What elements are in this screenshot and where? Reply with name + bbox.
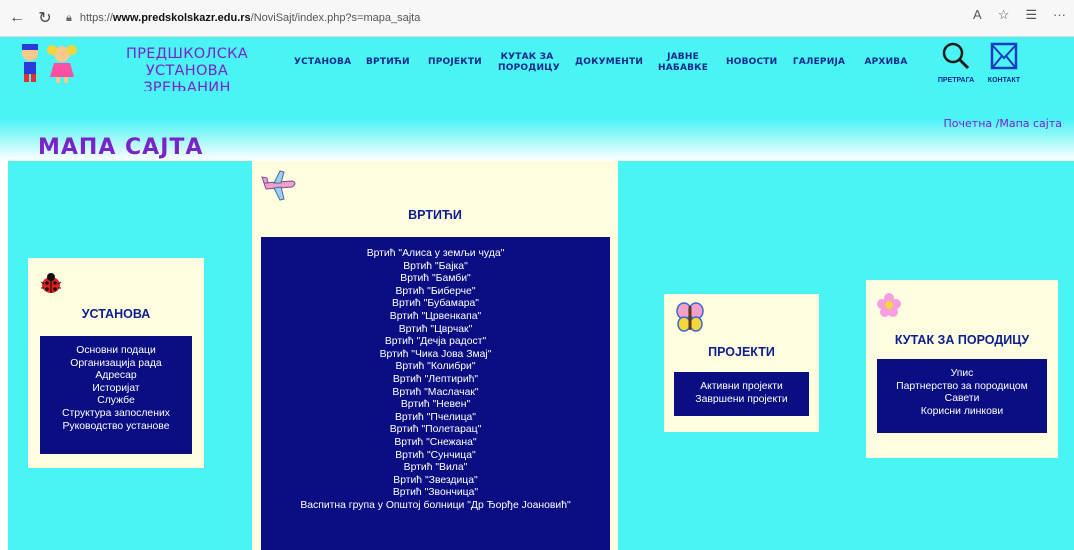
link-vrtic-vila[interactable]: Вртић "Вила" (265, 462, 606, 475)
url-path: /NoviSajt/index.php?s=mapa_sajta (250, 12, 421, 24)
link-vrtic-pcelica[interactable]: Вртић "Пчелица" (265, 412, 606, 425)
search-button[interactable]: ПРЕТРАГА (934, 41, 978, 84)
card-kutak: КУТАК ЗА ПОРОДИЦУ Упис Партнерство за по… (866, 280, 1058, 458)
page-title: МАПА САЈТА (38, 135, 204, 160)
site-brand[interactable]: ПРЕДШКОЛСКА УСТАНОВА ЗРЕЊАНИН (92, 46, 282, 97)
links-ustanova: Основни подаци Организација рада Адресар… (40, 336, 192, 454)
contact-label: КОНТАКТ (987, 77, 1021, 84)
section-title-ustanova[interactable]: УСТАНОВА (28, 307, 204, 321)
link-vrtic-poletarac[interactable]: Вртић "Полетарац" (265, 424, 606, 437)
menu-label: НОВОСТИ (726, 57, 778, 67)
card-projekti: ПРОЈЕКТИ Активни пројекти Завршени проје… (664, 294, 819, 432)
link-vrtic-zvezdica[interactable]: Вртић "Звездица" (265, 475, 606, 488)
link-adresar[interactable]: Адресар (44, 370, 188, 383)
link-vrtic-snezana[interactable]: Вртић "Снежана" (265, 437, 606, 450)
links-projekti: Активни пројекти Завршени пројекти (674, 372, 809, 416)
browser-toolbar: ← ↻ 🔒︎ https://www.predskolskazr.edu.rs /… (0, 0, 1074, 37)
airplane-icon (261, 170, 296, 201)
read-aloud-icon[interactable]: A (973, 7, 982, 23)
magnifier-icon (942, 42, 970, 70)
links-vrtici: Вртић "Алиса у земљи чуда" Вртић "Бајка"… (261, 237, 610, 550)
link-vrtic-leptiric[interactable]: Вртић "Лептирић" (265, 374, 606, 387)
link-vrtic-crvenkapa[interactable]: Вртић "Црвенкапа" (265, 311, 606, 324)
menu-item-vrtici[interactable]: ВРТИЋИ (366, 57, 410, 68)
link-vrtic-suncica[interactable]: Вртић "Сунчица" (265, 450, 606, 463)
menu-label: ЈАВНЕ (667, 52, 699, 62)
link-rukovodstvo[interactable]: Руководство установе (44, 421, 188, 434)
link-vrtic-cvrcak[interactable]: Вртић "Цврчак" (265, 324, 606, 337)
link-vrtic-alisa[interactable]: Вртић "Алиса у земљи чуда" (265, 248, 606, 261)
links-kutak: Упис Партнерство за породицом Савети Кор… (877, 359, 1047, 433)
sitemap-content: УСТАНОВА Основни подаци Организација рад… (8, 161, 1074, 550)
address-bar[interactable]: 🔒︎ https://www.predskolskazr.edu.rs/Novi… (66, 6, 926, 30)
link-osnovni-podaci[interactable]: Основни подаци (44, 345, 188, 358)
link-vrtic-maslacak[interactable]: Вртић "Маслачак" (265, 387, 606, 400)
menu-item-galerija[interactable]: ГАЛЕРИЈА (792, 57, 846, 68)
section-title-projekti[interactable]: ПРОЈЕКТИ (664, 345, 819, 359)
menu-item-novosti[interactable]: НОВОСТИ (726, 57, 778, 68)
menu-label: КУТАК ЗА (500, 52, 554, 62)
link-vrtic-cika-jova-zmaj[interactable]: Вртић "Чика Јова Змај" (265, 349, 606, 362)
menu-label: ДОКУМЕНТИ (575, 57, 644, 67)
ladybug-icon (40, 273, 62, 293)
menu-label: ПРОЈЕКТИ (428, 57, 482, 67)
menu-label: ПОРОДИЦУ (498, 63, 560, 73)
link-vrtic-kolibri[interactable]: Вртић "Колибри" (265, 361, 606, 374)
link-vrtic-neven[interactable]: Вртић "Невен" (265, 399, 606, 412)
link-saveti[interactable]: Савети (881, 393, 1043, 406)
link-vrtic-bajka[interactable]: Вртић "Бајка" (265, 261, 606, 274)
url-prefix: https:// (79, 12, 113, 24)
site-header: ПРЕДШКОЛСКА УСТАНОВА ЗРЕЊАНИН УСТАНОВА В… (0, 37, 1074, 96)
menu-label: НАБАВКЕ (658, 63, 709, 73)
refresh-icon[interactable]: ↻ (34, 7, 56, 29)
lock-icon: 🔒︎ (66, 11, 72, 24)
butterfly-icon (676, 302, 704, 332)
link-vrtic-decja-radost[interactable]: Вртић "Дечја радост" (265, 336, 606, 349)
link-vrtic-bubamara[interactable]: Вртић "Бубамара" (265, 298, 606, 311)
section-title-kutak[interactable]: КУТАК ЗА ПОРОДИЦУ (866, 333, 1058, 347)
menu-item-kutak[interactable]: КУТАК ЗА ПОРОДИЦУ (498, 52, 560, 74)
breadcrumb-current: Мапа сајта (999, 117, 1062, 130)
link-organizacija-rada[interactable]: Организација рада (44, 358, 188, 371)
brand-line-1: ПРЕДШКОЛСКА УСТАНОВА (126, 46, 248, 79)
link-partnerstvo[interactable]: Партнерство за породицом (881, 381, 1043, 394)
link-sluzbe[interactable]: Службе (44, 395, 188, 408)
menu-label: АРХИВА (864, 57, 908, 67)
breadcrumb-home-link[interactable]: Почетна (944, 117, 993, 130)
back-arrow-icon[interactable]: ← (6, 7, 28, 29)
search-label: ПРЕТРАГА (937, 77, 975, 84)
favorite-star-icon[interactable]: ☆ (998, 7, 1010, 23)
link-vrtic-zvoncica[interactable]: Вртић "Звончица" (265, 487, 606, 500)
card-ustanova: УСТАНОВА Основни подаци Организација рад… (28, 258, 204, 468)
link-aktivni-projekti[interactable]: Активни пројекти (678, 381, 805, 394)
flower-icon (877, 293, 901, 317)
menu-item-nabavke[interactable]: ЈАВНЕ НАБАВКЕ (658, 52, 708, 74)
link-korisni-linkovi[interactable]: Корисни линкови (881, 406, 1043, 419)
link-vrtic-biberce[interactable]: Вртић "Биберче" (265, 286, 606, 299)
link-vaspitna-grupa-bolnica[interactable]: Васпитна група у Општој болници "Др Ђорђ… (265, 500, 606, 513)
breadcrumb: Почетна /Мапа сајта (944, 117, 1062, 130)
kids-logo-icon[interactable] (14, 41, 84, 85)
menu-item-projekti[interactable]: ПРОЈЕКТИ (428, 57, 482, 68)
menu-item-arhiva[interactable]: АРХИВА (862, 57, 910, 68)
envelope-icon (990, 42, 1018, 70)
menu-label: ВРТИЋИ (366, 57, 410, 67)
link-vrtic-bambi[interactable]: Вртић "Бамби" (265, 273, 606, 286)
section-title-vrtici[interactable]: ВРТИЋИ (252, 208, 618, 222)
menu-label: ГАЛЕРИЈА (792, 57, 846, 67)
more-menu-icon[interactable]: ··· (1053, 7, 1066, 23)
menu-item-ustanova[interactable]: УСТАНОВА (294, 57, 352, 68)
link-upis[interactable]: Упис (881, 368, 1043, 381)
link-istorijat[interactable]: Историјат (44, 383, 188, 396)
menu-label: УСТАНОВА (294, 57, 352, 67)
link-zavrseni-projekti[interactable]: Завршени пројекти (678, 394, 805, 407)
card-vrtici: ВРТИЋИ Вртић "Алиса у земљи чуда" Вртић … (252, 161, 618, 550)
url-domain: www.predskolskazr.edu.rs (112, 12, 251, 24)
favorites-list-icon[interactable]: ☰ (1025, 7, 1037, 23)
link-struktura-zaposlenih[interactable]: Структура запослених (44, 408, 188, 421)
menu-item-dokumenti[interactable]: ДОКУМЕНТИ (575, 57, 644, 68)
contact-button[interactable]: КОНТАКТ (982, 41, 1026, 84)
